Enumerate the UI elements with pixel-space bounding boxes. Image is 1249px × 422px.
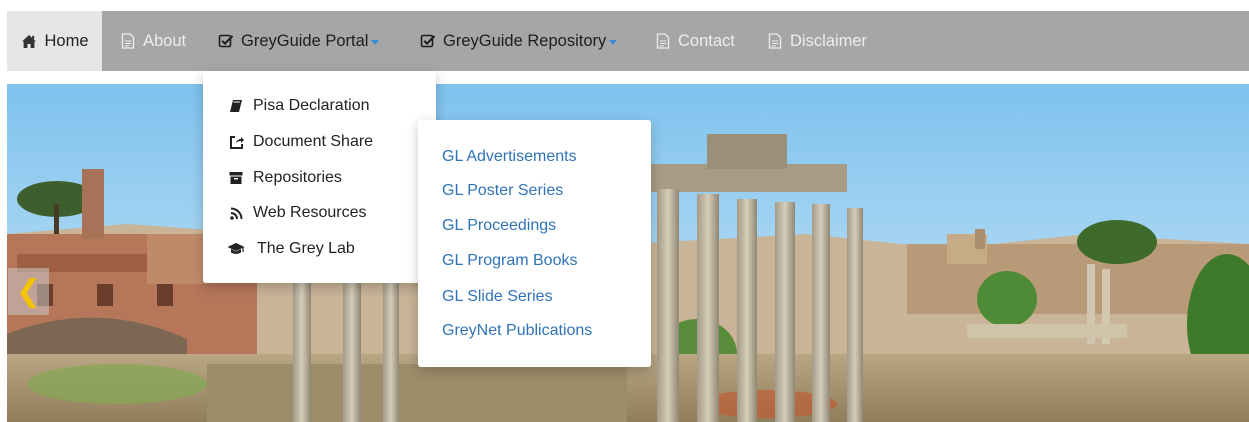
top-margin: [0, 0, 1249, 9]
menu-item-gl-advertisements[interactable]: GL Advertisements: [442, 146, 577, 168]
nav-about-label: About: [143, 31, 187, 50]
book-icon: [227, 97, 245, 115]
menu-item-label: Repositories: [253, 169, 342, 186]
nav-disclaimer-label: Disclaimer: [790, 31, 868, 50]
menu-item-pisa-declaration[interactable]: Pisa Declaration: [227, 95, 370, 117]
menu-item-web-resources[interactable]: Web Resources: [227, 202, 367, 224]
rss-icon: [227, 204, 245, 222]
menu-item-document-share[interactable]: Document Share: [227, 131, 373, 153]
menu-item-repositories[interactable]: Repositories: [227, 167, 342, 189]
document-icon: [766, 32, 784, 50]
nav-greyguide-repository-label: GreyGuide Repository: [443, 31, 607, 50]
menu-item-label: The Grey Lab: [257, 240, 355, 257]
checkbox-icon: [419, 32, 437, 50]
document-icon: [119, 32, 137, 50]
nav-contact[interactable]: Contact: [654, 11, 735, 71]
checkbox-icon: [217, 32, 235, 50]
greyguide-repository-dropdown: GL Advertisements GL Poster Series GL Pr…: [418, 120, 651, 367]
chevron-down-icon: [371, 39, 380, 45]
menu-item-greynet-publications[interactable]: GreyNet Publications: [442, 320, 592, 342]
menu-item-label: Document Share: [253, 133, 374, 150]
menu-item-the-grey-lab[interactable]: The Grey Lab: [227, 238, 355, 260]
nav-greyguide-repository[interactable]: GreyGuide Repository: [419, 11, 618, 71]
menu-item-gl-proceedings[interactable]: GL Proceedings: [442, 215, 556, 237]
nav-home-label: Home: [44, 31, 89, 50]
graduation-cap-icon: [227, 240, 245, 258]
menu-item-label: Web Resources: [253, 204, 367, 221]
greyguide-portal-dropdown: Pisa Declaration Document Share Reposito…: [203, 71, 436, 283]
menu-item-gl-slide-series[interactable]: GL Slide Series: [442, 286, 553, 308]
main-navbar: Home About GreyGuide Portal GreyGuide Re…: [7, 11, 1249, 71]
nav-about[interactable]: About: [119, 11, 186, 71]
nav-greyguide-portal-label: GreyGuide Portal: [241, 31, 369, 50]
chevron-left-icon: ❮: [15, 274, 42, 308]
chevron-down-icon: [609, 39, 618, 45]
nav-home[interactable]: Home: [7, 11, 102, 71]
share-icon: [227, 133, 245, 151]
archive-icon: [227, 169, 245, 187]
document-icon: [654, 32, 672, 50]
menu-item-label: Pisa Declaration: [253, 97, 370, 114]
home-icon: [20, 32, 38, 50]
carousel-prev-button[interactable]: ❮: [8, 268, 49, 315]
menu-item-gl-poster-series[interactable]: GL Poster Series: [442, 180, 563, 202]
menu-item-gl-program-books[interactable]: GL Program Books: [442, 250, 577, 272]
nav-disclaimer[interactable]: Disclaimer: [766, 11, 867, 71]
nav-contact-label: Contact: [678, 31, 735, 50]
nav-greyguide-portal[interactable]: GreyGuide Portal: [217, 11, 380, 71]
